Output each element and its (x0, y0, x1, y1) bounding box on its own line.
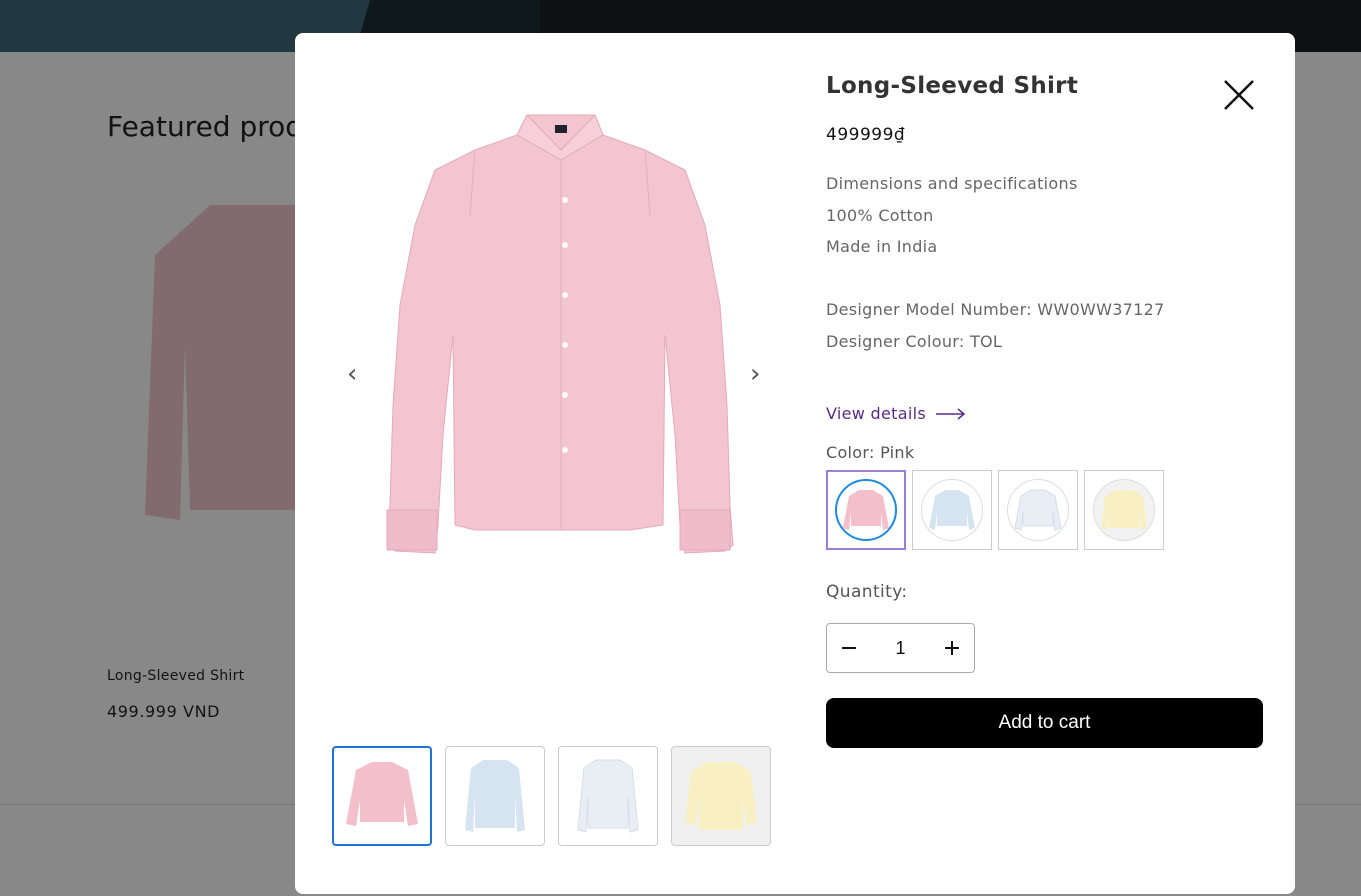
quantity-label: Quantity: (826, 582, 908, 602)
description-line: Designer Colour: TOL (826, 331, 1003, 351)
swatch-yellow[interactable] (1084, 470, 1164, 550)
description-line: Dimensions and specifications (826, 174, 1078, 193)
product-description: Dimensions and specifications 100% Cotto… (826, 168, 1266, 357)
product-main-image (386, 114, 734, 554)
shirt-thumbnail-image (346, 762, 418, 826)
swatch-image (835, 479, 897, 541)
swatch-white[interactable] (998, 470, 1078, 550)
quantity-input[interactable] (870, 624, 931, 672)
description-line: 100% Cotton (826, 205, 934, 225)
thumbnail-yellow[interactable] (671, 746, 771, 846)
quick-view-modal: ‹ › Long-Sleeved Shirt 499999₫ Dimension… (295, 33, 1295, 894)
description-line: Designer Model Number: WW0WW37127 (826, 300, 1165, 319)
swatch-image (921, 479, 983, 541)
view-details-link[interactable]: View details (826, 404, 966, 423)
arrow-right-icon (935, 407, 966, 420)
swatch-pink[interactable] (826, 470, 906, 550)
prev-image-arrow[interactable]: ‹ (347, 361, 357, 387)
product-price: 499999₫ (826, 125, 906, 145)
plus-icon[interactable] (931, 624, 975, 672)
add-to-cart-button[interactable]: Add to cart (826, 698, 1263, 748)
thumbnail-pink[interactable] (332, 746, 432, 846)
swatch-image (1007, 479, 1069, 541)
thumbnail-strip (332, 746, 771, 846)
thumbnail-white[interactable] (558, 746, 658, 846)
swatch-image (1093, 479, 1155, 541)
thumbnail-light-blue[interactable] (445, 746, 545, 846)
color-label: Color: Pink (826, 443, 915, 462)
shirt-thumbnail-image (685, 762, 757, 830)
next-image-arrow[interactable]: › (750, 361, 760, 387)
swatch-light-blue[interactable] (912, 470, 992, 550)
description-line: Made in India (826, 237, 938, 256)
product-title: Long-Sleeved Shirt (826, 73, 1079, 99)
shirt-thumbnail-image (465, 760, 525, 832)
quantity-stepper (826, 623, 975, 673)
minus-icon[interactable] (827, 624, 871, 672)
color-swatches (826, 470, 1164, 550)
shirt-thumbnail-image (577, 759, 639, 833)
product-info: Long-Sleeved Shirt 499999₫ Dimensions an… (826, 73, 1266, 357)
view-details-label: View details (826, 404, 926, 423)
